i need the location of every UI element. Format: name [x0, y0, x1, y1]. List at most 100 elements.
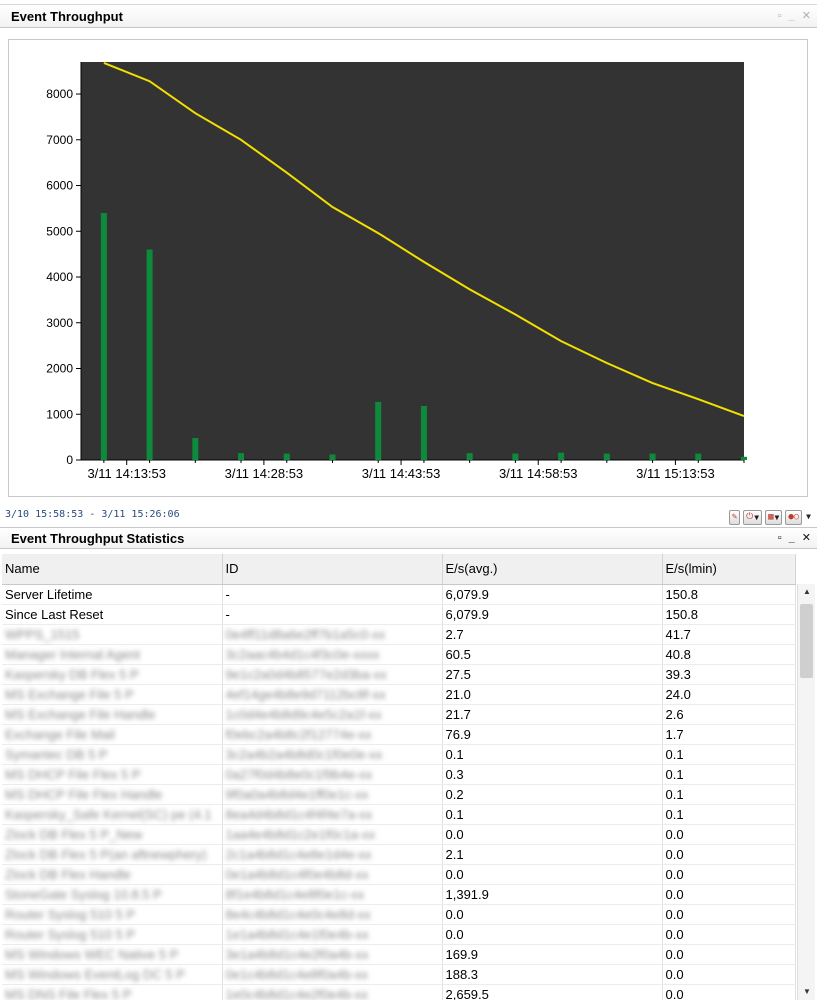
y-tick-label: 6000: [46, 179, 73, 193]
bar: [100, 212, 107, 460]
vertical-scrollbar[interactable]: ▲ ▼: [797, 584, 815, 1000]
table-row[interactable]: Zlock DB Flex 5 P_New 1aa4e4b8d1c2e1f0c1a…: [2, 824, 796, 845]
table-row[interactable]: MS Exchange File Handle 1c0d4e4b8d9c4e5c2…: [2, 704, 796, 725]
table-row[interactable]: Exchange File Mail f0ebc2a4b8c2f12774e-xx…: [2, 724, 796, 745]
minimize-icon[interactable]: _: [789, 527, 795, 549]
eraser-icon[interactable]: ✎: [728, 509, 741, 525]
table-row[interactable]: MS Windows EventLog DC 5 P 0e1c4b8d1c4e8f…: [2, 964, 796, 985]
table-row[interactable]: Router Syslog 510 5 P 8e4c4b8d1c4e0c4e8d-…: [2, 904, 796, 925]
cell-name: Zlock DB Flex 5 P(an aftnewphery): [2, 844, 223, 865]
bar: [420, 406, 427, 460]
cell-name: Zlock DB Flex Handle: [2, 864, 223, 885]
table-row[interactable]: MS Exchange File 5 P 4ef14ge4b8e9d7112bc8…: [2, 684, 796, 705]
cell-name: MS Windows WEC Native 5 P: [2, 944, 223, 965]
event-throughput-chart: 0 1000 2000 3000 4000 5000 6000 7000 8000 3/11 14…: [46, 61, 747, 481]
cell-name: MS DNS File Flex 5 P: [2, 984, 223, 1000]
columns-icon[interactable]: ▦ ▼: [765, 509, 783, 525]
cell-avg: 76.9: [442, 724, 663, 745]
time-range-bar: 3/10 15:58:53 - 3/11 15:26:06 ✎ ⏻ ▼ ▦ ▼ ●○…: [0, 505, 817, 525]
cell-name: MS DHCP File Flex Handle: [2, 784, 223, 805]
bar: [192, 438, 199, 460]
plot-area: [81, 62, 744, 460]
table-row[interactable]: Kaspersky_Safe Kernel(SC) pe (4.1 8ea4d4b…: [2, 804, 796, 825]
cell-avg: 0.0: [442, 824, 663, 845]
restore-icon[interactable]: ▫: [778, 527, 782, 549]
table-row[interactable]: Kaspersky DB Flex 5 P 9e1c2a0d4b8577e2d3b…: [2, 664, 796, 685]
table-row[interactable]: Symantec DB 5 P 3c2a4b2a4b8d0c1f0e0e-xx 0.…: [2, 744, 796, 765]
column-header-lmin[interactable]: E/s(lmin): [662, 554, 796, 585]
cell-id: 1aa4e4b8d1c2e1f0c1a-xx: [222, 824, 443, 845]
cell-lmin: 0.0: [662, 924, 796, 945]
table-row[interactable]: Zlock DB Flex 5 P(an aftnewphery) 2c1a4b8…: [2, 844, 796, 865]
column-header-avg[interactable]: E/s(avg.): [442, 554, 663, 585]
cell-avg: 169.9: [442, 944, 663, 965]
record-icon[interactable]: ●○: [785, 509, 803, 525]
scroll-up-icon[interactable]: ▲: [798, 584, 815, 600]
cell-lmin: 0.1: [662, 764, 796, 785]
stats-window-controls: ▫ _ ✕: [778, 528, 811, 548]
chart-panel-title-bar: Event Throughput ▫ _ ✕: [0, 4, 817, 28]
cell-name: WPPS_1515: [2, 624, 223, 645]
table-row[interactable]: MS DNS File Flex 5 P 1e0c4b8d1c4e2f0e4b-x…: [2, 984, 796, 1000]
stats-panel-title-bar: Event Throughput Statistics ▫ _ ✕: [0, 527, 817, 549]
chevron-down-icon[interactable]: ▼: [806, 507, 811, 527]
cell-lmin: 24.0: [662, 684, 796, 705]
cell-lmin: 0.1: [662, 744, 796, 765]
cell-name: MS Exchange File 5 P: [2, 684, 223, 705]
chart-window-controls: ▫ _ ✕: [778, 5, 811, 27]
scrollbar-thumb[interactable]: [800, 604, 813, 678]
scroll-down-icon[interactable]: ▼: [798, 984, 815, 1000]
cell-id: 1e0c4b8d1c4e2f0e4b-xx: [222, 984, 443, 1000]
cell-name: StoneGate Syslog 10.8.5 P: [2, 884, 223, 905]
table-header-row: Name ID E/s(avg.) E/s(lmin): [2, 554, 796, 585]
bar: [375, 401, 382, 460]
table-row[interactable]: MS DHCP File Flex 5 P 0a27f0d4b8e0c1f9b4e…: [2, 764, 796, 785]
cell-id: -: [222, 584, 443, 605]
cell-name: MS DHCP File Flex 5 P: [2, 764, 223, 785]
power-icon[interactable]: ⏻ ▼: [743, 509, 763, 525]
bar: [695, 453, 702, 460]
cell-avg: 6,079.9: [442, 604, 663, 625]
close-icon[interactable]: ✕: [802, 4, 811, 28]
table-row[interactable]: StoneGate Syslog 10.8.5 P 8f1e4b8d1c4e8f0…: [2, 884, 796, 905]
table-row[interactable]: WPPS_1515 0e4ff11d8a6e2ff7b1a5c0-xx 2.7 41.…: [2, 624, 796, 645]
column-header-id[interactable]: ID: [222, 554, 443, 585]
cell-id: f0ebc2a4b8c2f12774e-xx: [222, 724, 443, 745]
cell-lmin: 1.7: [662, 724, 796, 745]
cell-name: Symantec DB 5 P: [2, 744, 223, 765]
table-row[interactable]: Since Last Reset -6,079.9 150.8: [2, 604, 796, 625]
table-row[interactable]: Router Syslog 510 5 P 1e1a4b8d1c4e1f0e4b-…: [2, 924, 796, 945]
cell-id: 0e4ff11d8a6e2ff7b1a5c0-xx: [222, 624, 443, 645]
table-row[interactable]: Manager Internal Agent 3c2aac4b4d1c4f3c0e…: [2, 644, 796, 665]
cell-lmin: 39.3: [662, 664, 796, 685]
y-tick-label: 4000: [46, 270, 73, 284]
close-icon[interactable]: ✕: [802, 527, 811, 549]
cell-lmin: 0.0: [662, 904, 796, 925]
cell-lmin: 0.0: [662, 964, 796, 985]
cell-lmin: 0.0: [662, 864, 796, 885]
cell-avg: 188.3: [442, 964, 663, 985]
bar: [649, 453, 656, 460]
table-row[interactable]: Zlock DB Flex Handle 0e1a4b8d1c4f0e4b8d-x…: [2, 864, 796, 885]
y-tick-label: 0: [66, 453, 73, 467]
cell-lmin: 0.0: [662, 844, 796, 865]
cell-avg: 0.0: [442, 864, 663, 885]
cell-id: 0e1a4b8d1c4f0e4b8d-xx: [222, 864, 443, 885]
minimize-icon[interactable]: _: [789, 4, 795, 28]
cell-lmin: 41.7: [662, 624, 796, 645]
y-tick-label: 8000: [46, 87, 73, 101]
table-row[interactable]: Server Lifetime -6,079.9 150.8: [2, 584, 796, 605]
cell-id: 0a27f0d4b8e0c1f9b4e-xx: [222, 764, 443, 785]
cell-name: Router Syslog 510 5 P: [2, 924, 223, 945]
x-tick-label: 3/11 14:58:53: [499, 466, 578, 481]
y-tick-label: 3000: [46, 316, 73, 330]
cell-lmin: 150.8: [662, 584, 796, 605]
cell-lmin: 0.0: [662, 884, 796, 905]
table-row[interactable]: MS DHCP File Flex Handle 9f0a0a4b8d4e1ff0…: [2, 784, 796, 805]
column-header-name[interactable]: Name: [2, 554, 223, 585]
bar: [741, 456, 747, 460]
cell-avg: 60.5: [442, 644, 663, 665]
cell-id: 3c2aac4b4d1c4f3c0e-xxxx: [222, 644, 443, 665]
restore-icon[interactable]: ▫: [778, 4, 782, 28]
table-row[interactable]: MS Windows WEC Native 5 P 3e1a4b8d1c4e2f0…: [2, 944, 796, 965]
